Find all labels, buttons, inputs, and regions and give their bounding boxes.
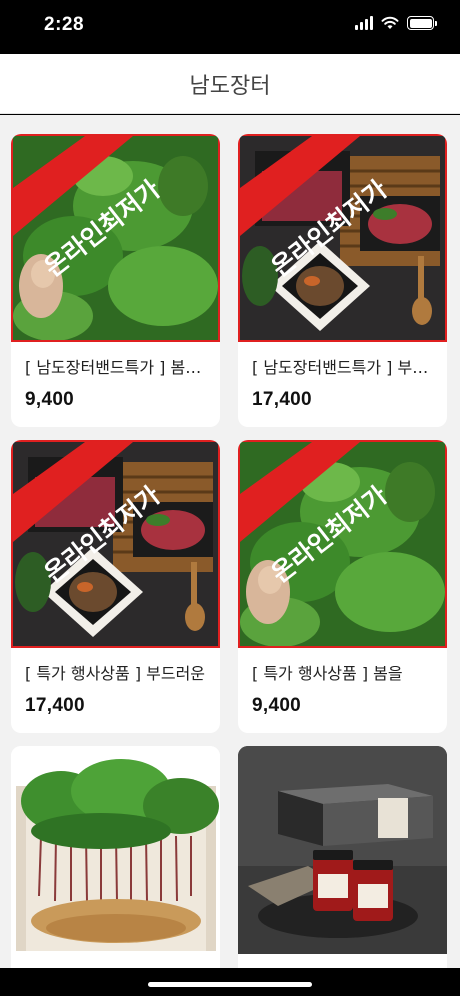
beef-bulgogi-image: 온라인최저가	[240, 136, 445, 340]
home-indicator[interactable]	[148, 982, 312, 987]
navigation-bar: 남도장터	[0, 54, 460, 114]
product-price: 17,400	[25, 695, 85, 716]
cellular-signal-icon	[355, 16, 373, 30]
product-image: 온라인최저가	[11, 134, 220, 342]
product-image: 온라인최저가	[238, 134, 447, 342]
product-grid: 온라인최저가 [ 남도장터밴드특가 ] 봄나물 9,400 온라인최저가 [남…	[11, 134, 449, 968]
product-image: 온라인최저가	[238, 440, 447, 648]
product-image	[238, 746, 447, 954]
product-list[interactable]: 온라인최저가 [ 남도장터밴드특가 ] 봄나물 9,400 온라인최저가 [남…	[0, 115, 460, 968]
product-price: 9,400	[25, 389, 75, 410]
beef-bulgogi-image: 온라인최저가	[13, 442, 218, 646]
status-icons	[355, 16, 437, 30]
battery-icon	[407, 16, 437, 30]
wifi-icon	[381, 16, 399, 29]
product-card[interactable]: 온라인최저가 [ 특가 행사상품 ] 부드러운 17,400	[11, 440, 220, 733]
product-card[interactable]: 온라인최저가 [ 남도장터밴드특가 ] 봄나물 9,400	[11, 134, 220, 427]
product-image	[11, 746, 220, 954]
product-image: 온라인최저가	[11, 440, 220, 648]
sauce-jars-image	[238, 746, 447, 954]
greens-herb-image: 온라인최저가	[13, 136, 218, 340]
product-title: [ 특가 행사상품 ] 봄을	[252, 664, 403, 683]
product-card[interactable]: 온라인최저가 [ 남도장터밴드특가 ] 부드러운 17,400	[238, 134, 447, 427]
page-title: 남도장터	[189, 73, 271, 99]
product-card[interactable]	[11, 746, 220, 968]
product-title: [ 남도장터밴드특가 ] 부드러운	[252, 358, 436, 377]
status-time: 2:28	[44, 14, 85, 35]
product-card[interactable]: 온라인최저가 [ 특가 행사상품 ] 봄을 9,400	[238, 440, 447, 733]
product-price: 9,400	[252, 695, 302, 716]
ginseng-box-image	[11, 746, 220, 954]
product-price: 17,400	[252, 389, 312, 410]
greens-herb-image: 온라인최저가	[240, 442, 445, 646]
product-title: [ 특가 행사상품 ] 부드러운	[25, 664, 206, 683]
product-card[interactable]	[238, 746, 447, 968]
status-bar: 2:28	[0, 0, 460, 54]
product-title: [ 남도장터밴드특가 ] 봄나물	[25, 358, 209, 377]
